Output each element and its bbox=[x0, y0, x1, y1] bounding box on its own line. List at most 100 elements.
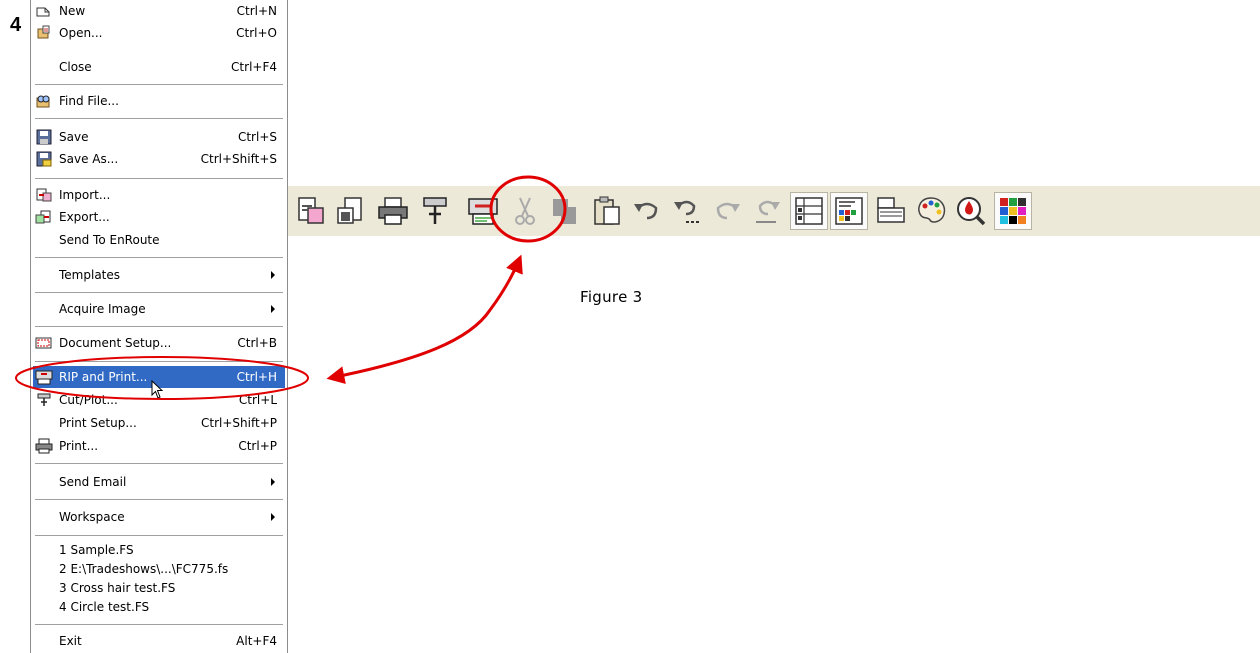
toolbar-undo-button[interactable] bbox=[628, 192, 666, 230]
object-properties-icon bbox=[795, 197, 823, 225]
color-picker-icon bbox=[957, 197, 986, 226]
color-swatches-icon bbox=[1000, 198, 1026, 224]
toolbar-color-swatches-button[interactable] bbox=[994, 192, 1032, 230]
menu-item-shortcut: Ctrl+F4 bbox=[231, 60, 277, 74]
open-folder-icon bbox=[35, 25, 53, 41]
undo-multiple-icon bbox=[674, 200, 699, 223]
menu-item-open[interactable]: Open... Ctrl+O bbox=[33, 22, 285, 44]
menu-item-shortcut: Ctrl+H bbox=[236, 370, 277, 384]
menu-separator bbox=[35, 361, 283, 362]
menu-separator bbox=[35, 499, 283, 500]
menu-item-recent-file[interactable]: 3 Cross hair test.FS bbox=[33, 578, 285, 598]
menu-item-templates[interactable]: Templates bbox=[33, 264, 285, 286]
menu-separator bbox=[35, 257, 283, 258]
menu-item-import[interactable]: Import... bbox=[33, 184, 285, 206]
menu-item-label: Print Setup... bbox=[59, 416, 137, 430]
menu-item-workspace[interactable]: Workspace bbox=[33, 506, 285, 528]
menu-item-label: Workspace bbox=[59, 510, 125, 524]
menu-item-label: Acquire Image bbox=[59, 302, 146, 316]
rip-print-icon bbox=[35, 369, 53, 385]
menu-item-shortcut: Ctrl+P bbox=[238, 439, 277, 453]
menu-item-label: Templates bbox=[59, 268, 121, 282]
redo-icon bbox=[716, 202, 740, 220]
menu-item-label: Exit bbox=[59, 634, 82, 648]
paste-icon bbox=[594, 196, 620, 225]
menu-item-close[interactable]: Close Ctrl+F4 bbox=[33, 56, 285, 78]
toolbar-export-button[interactable] bbox=[332, 192, 370, 230]
toolbar-undo-multiple-button[interactable] bbox=[668, 192, 706, 230]
menu-item-shortcut: Ctrl+O bbox=[236, 26, 277, 40]
toolbar-rip-print-button[interactable] bbox=[464, 192, 502, 230]
menu-item-recent-file[interactable]: 1 Sample.FS bbox=[33, 540, 285, 560]
menu-item-exit[interactable]: Exit Alt+F4 bbox=[33, 630, 285, 652]
menu-item-find-file[interactable]: Find File... bbox=[33, 90, 285, 112]
menu-item-label: Cut/Plot... bbox=[59, 393, 118, 407]
menu-separator bbox=[35, 535, 283, 536]
toolbar-color-picker-button[interactable] bbox=[952, 192, 990, 230]
toolbar-cut-button[interactable] bbox=[506, 192, 544, 230]
toolbar-object-properties-button[interactable] bbox=[790, 192, 828, 230]
menu-item-shortcut: Alt+F4 bbox=[236, 634, 277, 648]
import-icon bbox=[298, 197, 324, 224]
toolbar-copy-button[interactable] bbox=[546, 192, 584, 230]
menu-item-print[interactable]: Print... Ctrl+P bbox=[33, 435, 285, 457]
menu-item-document-setup[interactable]: Document Setup... Ctrl+B bbox=[33, 332, 285, 354]
menu-item-label: Document Setup... bbox=[59, 336, 172, 350]
menu-item-shortcut: Ctrl+B bbox=[237, 336, 277, 350]
toolbar-print-button[interactable] bbox=[374, 192, 412, 230]
menu-separator bbox=[35, 326, 283, 327]
menu-separator bbox=[35, 178, 283, 179]
file-menu: New Ctrl+N Open... Ctrl+O Close Ctrl+F4 … bbox=[30, 0, 288, 653]
menu-item-label: Print... bbox=[59, 439, 99, 453]
menu-item-save-as[interactable]: Save As... Ctrl+Shift+S bbox=[33, 148, 285, 170]
toolbar-redo-button[interactable] bbox=[708, 192, 746, 230]
toolbar-import-button[interactable] bbox=[292, 192, 330, 230]
printer-icon bbox=[35, 438, 53, 454]
menu-item-recent-file[interactable]: 2 E:\Tradeshows\...\FC775.fs bbox=[33, 559, 285, 579]
menu-item-label: 2 E:\Tradeshows\...\FC775.fs bbox=[59, 562, 229, 576]
toolbar-paste-button[interactable] bbox=[588, 192, 626, 230]
menu-item-send-email[interactable]: Send Email bbox=[33, 471, 285, 493]
menu-item-export[interactable]: Export... bbox=[33, 206, 285, 228]
menu-item-label: Export... bbox=[59, 210, 110, 224]
menu-item-label: Send To EnRoute bbox=[59, 233, 160, 247]
artist-palette-icon bbox=[918, 197, 946, 223]
menu-item-acquire-image[interactable]: Acquire Image bbox=[33, 298, 285, 320]
submenu-arrow-icon bbox=[271, 513, 275, 521]
menu-item-label: Import... bbox=[59, 188, 111, 202]
double-headed-arrow bbox=[326, 254, 523, 384]
import-icon bbox=[35, 187, 53, 203]
redo-multiple-icon bbox=[756, 200, 780, 223]
menu-item-save[interactable]: Save Ctrl+S bbox=[33, 126, 285, 148]
new-document-icon bbox=[35, 3, 53, 19]
mouse-pointer-icon bbox=[151, 380, 164, 399]
main-toolbar bbox=[288, 186, 1260, 236]
menu-item-recent-file[interactable]: 4 Circle test.FS bbox=[33, 597, 285, 617]
menu-item-print-setup[interactable]: Print Setup... Ctrl+Shift+P bbox=[33, 412, 285, 434]
document-setup-icon bbox=[35, 335, 53, 351]
color-palette-window-icon bbox=[835, 197, 863, 225]
layers-icon bbox=[877, 197, 905, 223]
menu-item-shortcut: Ctrl+Shift+S bbox=[200, 152, 277, 166]
menu-item-label: Open... bbox=[59, 26, 103, 40]
save-as-icon bbox=[35, 151, 53, 167]
undo-icon bbox=[634, 202, 658, 220]
cut-icon bbox=[515, 197, 535, 225]
copy-icon bbox=[553, 199, 576, 224]
menu-item-shortcut: Ctrl+N bbox=[236, 4, 277, 18]
toolbar-redo-multiple-button[interactable] bbox=[748, 192, 786, 230]
menu-item-label: Save As... bbox=[59, 152, 119, 166]
menu-item-label: 3 Cross hair test.FS bbox=[59, 581, 176, 595]
menu-item-label: 1 Sample.FS bbox=[59, 543, 134, 557]
toolbar-artist-palette-button[interactable] bbox=[912, 192, 950, 230]
toolbar-color-palette-window-button[interactable] bbox=[830, 192, 868, 230]
menu-item-send-to-enroute[interactable]: Send To EnRoute bbox=[33, 229, 285, 251]
menu-item-label: 4 Circle test.FS bbox=[59, 600, 150, 614]
menu-item-new[interactable]: New Ctrl+N bbox=[33, 0, 285, 22]
menu-separator bbox=[35, 292, 283, 293]
cut-plot-icon bbox=[423, 197, 447, 224]
menu-separator bbox=[35, 463, 283, 464]
toolbar-layers-button[interactable] bbox=[872, 192, 910, 230]
menu-separator bbox=[35, 624, 283, 625]
toolbar-cut-plot-button[interactable] bbox=[416, 192, 454, 230]
